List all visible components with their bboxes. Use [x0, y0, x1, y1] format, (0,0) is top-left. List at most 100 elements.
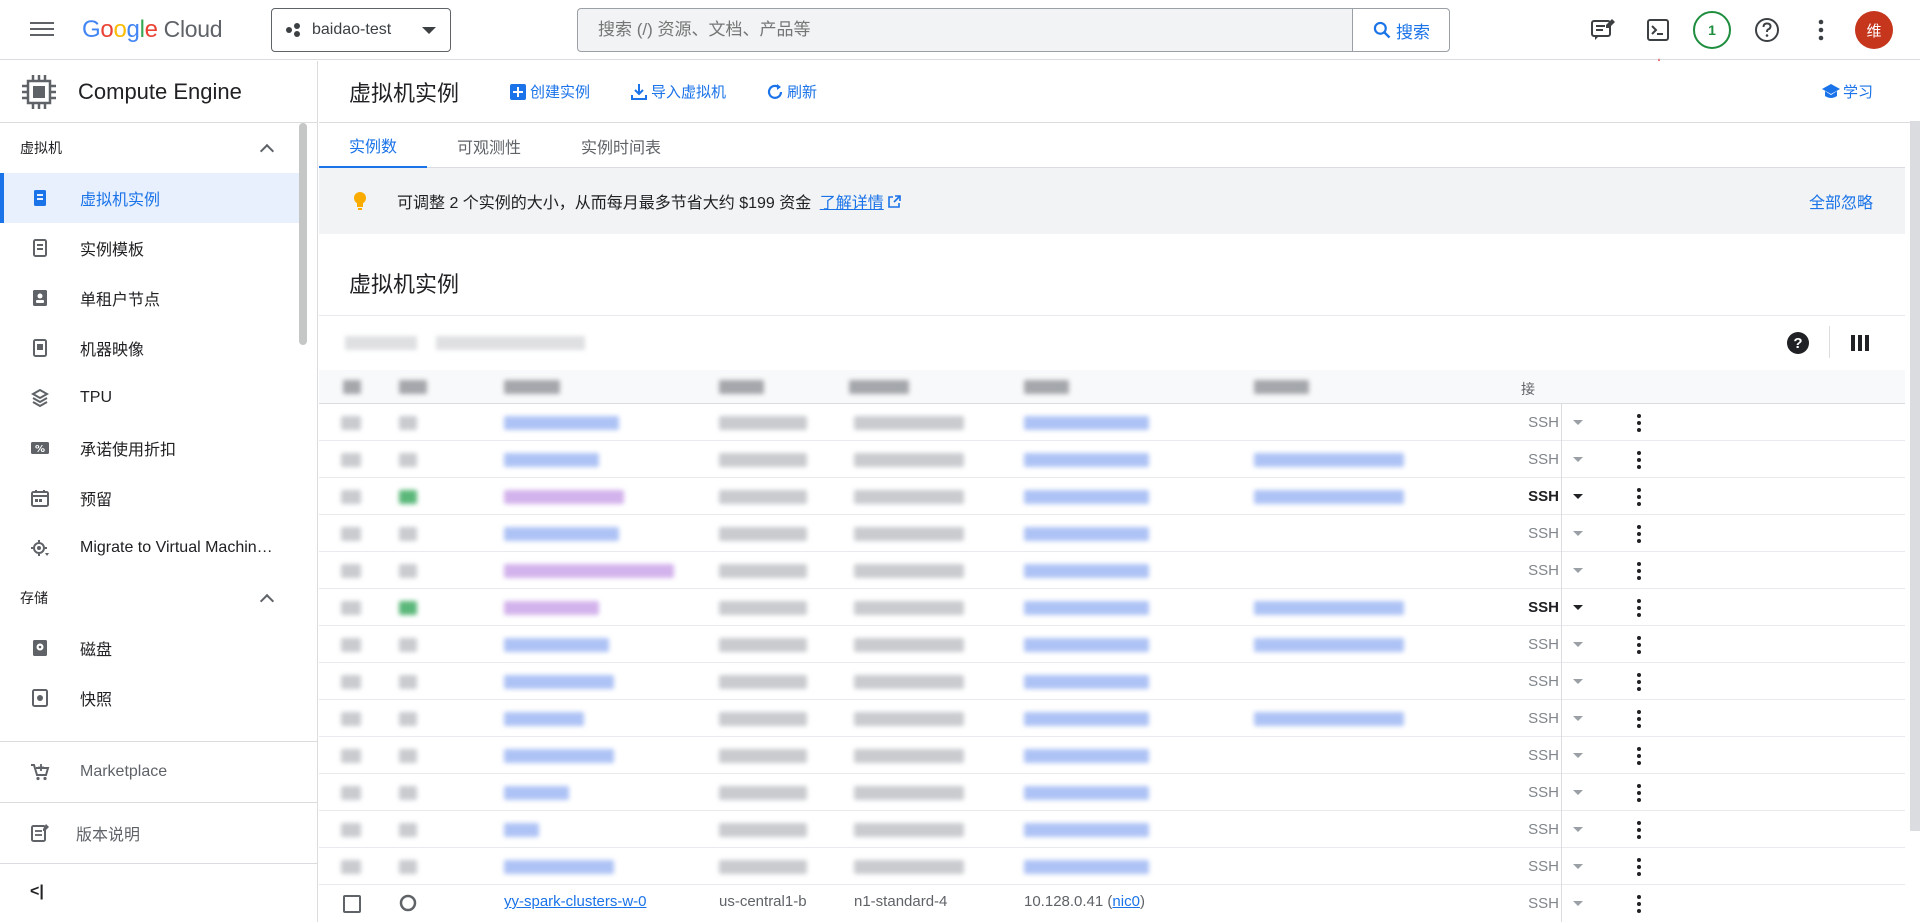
row-actions-menu[interactable]: [1627, 663, 1651, 700]
more-vert-icon[interactable]: [1803, 12, 1839, 48]
dismiss-all-button[interactable]: 全部忽略: [1809, 189, 1873, 213]
ssh-dropdown[interactable]: [1561, 885, 1593, 922]
avatar[interactable]: 维: [1855, 11, 1893, 49]
table-row[interactable]: SSH: [319, 737, 1905, 774]
table-row[interactable]: SSH: [319, 515, 1905, 552]
instance-name-link[interactable]: [504, 749, 614, 763]
sidebar-item-sole-tenant[interactable]: 单租户节点: [0, 273, 300, 323]
sidebar-section-vm[interactable]: 虚拟机: [0, 123, 300, 173]
row-checkbox[interactable]: [341, 712, 361, 726]
sidebar-item-committed-use[interactable]: % 承诺使用折扣: [0, 423, 300, 473]
row-actions-menu[interactable]: [1627, 441, 1651, 478]
row-checkbox[interactable]: [341, 638, 361, 652]
column-display-icon[interactable]: [1849, 332, 1871, 354]
main-menu-icon[interactable]: [28, 18, 56, 42]
learn-button[interactable]: 学习: [1821, 81, 1873, 102]
help-circle-icon[interactable]: ?: [1787, 332, 1809, 354]
search-input[interactable]: [578, 9, 1352, 51]
sidebar-item-tpu[interactable]: TPU: [0, 373, 300, 423]
table-row[interactable]: SSH: [319, 478, 1905, 515]
ssh-dropdown[interactable]: [1561, 404, 1593, 441]
ssh-button[interactable]: SSH: [1521, 404, 1559, 441]
refresh-button[interactable]: 刷新: [766, 81, 817, 102]
notifications-badge[interactable]: 1: [1693, 11, 1731, 49]
sidebar-scrollbar[interactable]: [299, 123, 307, 345]
ssh-button[interactable]: SSH: [1521, 589, 1559, 626]
cloud-shell-icon[interactable]: [1640, 12, 1676, 48]
table-row[interactable]: SSH: [319, 589, 1905, 626]
ssh-button[interactable]: SSH: [1521, 848, 1559, 885]
table-row[interactable]: SSH: [319, 441, 1905, 478]
ssh-dropdown[interactable]: [1561, 552, 1593, 589]
ssh-button[interactable]: SSH: [1521, 515, 1559, 552]
ssh-button[interactable]: SSH: [1521, 478, 1559, 515]
row-actions-menu[interactable]: [1627, 515, 1651, 552]
instance-name-link[interactable]: [504, 490, 624, 504]
import-vm-button[interactable]: 导入虚拟机: [630, 81, 726, 102]
instance-name-link[interactable]: [504, 860, 614, 874]
row-checkbox[interactable]: [341, 749, 361, 763]
row-checkbox[interactable]: [341, 564, 361, 578]
row-actions-menu[interactable]: [1627, 885, 1651, 922]
nic-link[interactable]: nic0: [1112, 893, 1140, 910]
sidebar-item-release-notes[interactable]: 版本说明: [0, 803, 318, 863]
row-checkbox[interactable]: [341, 860, 361, 874]
ssh-dropdown[interactable]: [1561, 589, 1593, 626]
ssh-button[interactable]: SSH: [1521, 811, 1559, 848]
tab-instance-schedules[interactable]: 实例时间表: [551, 123, 691, 168]
ssh-button[interactable]: SSH: [1521, 441, 1559, 478]
help-icon[interactable]: [1749, 12, 1785, 48]
row-checkbox[interactable]: [341, 527, 361, 541]
ssh-dropdown[interactable]: [1561, 515, 1593, 552]
row-checkbox[interactable]: [341, 453, 361, 467]
row-actions-menu[interactable]: [1627, 737, 1651, 774]
sidebar-item-disks[interactable]: 磁盘: [0, 623, 300, 673]
ssh-dropdown[interactable]: [1561, 700, 1593, 737]
row-checkbox[interactable]: [341, 601, 361, 615]
row-actions-menu[interactable]: [1627, 478, 1651, 515]
table-row[interactable]: SSH: [319, 811, 1905, 848]
ssh-dropdown[interactable]: [1561, 441, 1593, 478]
notes-icon[interactable]: [1585, 12, 1621, 48]
row-actions-menu[interactable]: [1627, 774, 1651, 811]
table-row[interactable]: yy-spark-clusters-w-0 us-central1-b n1-s…: [319, 885, 1905, 922]
row-actions-menu[interactable]: [1627, 404, 1651, 441]
instance-name-link[interactable]: [504, 675, 614, 689]
instance-name-link[interactable]: [504, 712, 584, 726]
sidebar-item-migrate[interactable]: Migrate to Virtual Machin…: [0, 523, 300, 573]
instance-name-link[interactable]: [504, 453, 599, 467]
ssh-button[interactable]: SSH: [1521, 552, 1559, 589]
table-row[interactable]: SSH: [319, 663, 1905, 700]
sidebar-item-snapshots[interactable]: 快照: [0, 673, 300, 723]
instance-name-link[interactable]: [504, 638, 609, 652]
ssh-button[interactable]: SSH: [1521, 626, 1559, 663]
row-actions-menu[interactable]: [1627, 589, 1651, 626]
tab-instances[interactable]: 实例数: [319, 123, 428, 168]
row-checkbox[interactable]: [341, 490, 361, 504]
table-row[interactable]: SSH: [319, 700, 1905, 737]
row-checkbox[interactable]: [341, 786, 361, 800]
ssh-dropdown[interactable]: [1561, 663, 1593, 700]
sidebar-item-reservations[interactable]: 预留: [0, 473, 300, 523]
ssh-button[interactable]: SSH: [1521, 737, 1559, 774]
row-actions-menu[interactable]: [1627, 811, 1651, 848]
sidebar-item-machine-images[interactable]: 机器映像: [0, 323, 300, 373]
ssh-dropdown[interactable]: [1561, 848, 1593, 885]
row-actions-menu[interactable]: [1627, 626, 1651, 663]
create-instance-button[interactable]: 创建实例: [509, 81, 590, 102]
table-row[interactable]: SSH: [319, 552, 1905, 589]
table-row[interactable]: SSH: [319, 404, 1905, 441]
ssh-button[interactable]: SSH: [1521, 663, 1559, 700]
collapse-sidebar-button[interactable]: <|: [0, 864, 318, 920]
row-actions-menu[interactable]: [1627, 700, 1651, 737]
project-picker[interactable]: baidao-test: [271, 8, 451, 52]
table-row[interactable]: SSH: [319, 626, 1905, 663]
row-actions-menu[interactable]: [1627, 848, 1651, 885]
instance-name-link[interactable]: [504, 527, 619, 541]
instance-name-link[interactable]: [504, 823, 539, 837]
row-checkbox[interactable]: [343, 895, 361, 913]
instance-name-link[interactable]: yy-spark-clusters-w-0: [504, 893, 647, 910]
sidebar-item-marketplace[interactable]: Marketplace: [0, 742, 318, 802]
tab-observability[interactable]: 可观测性: [427, 123, 551, 168]
instance-name-link[interactable]: [504, 601, 599, 615]
